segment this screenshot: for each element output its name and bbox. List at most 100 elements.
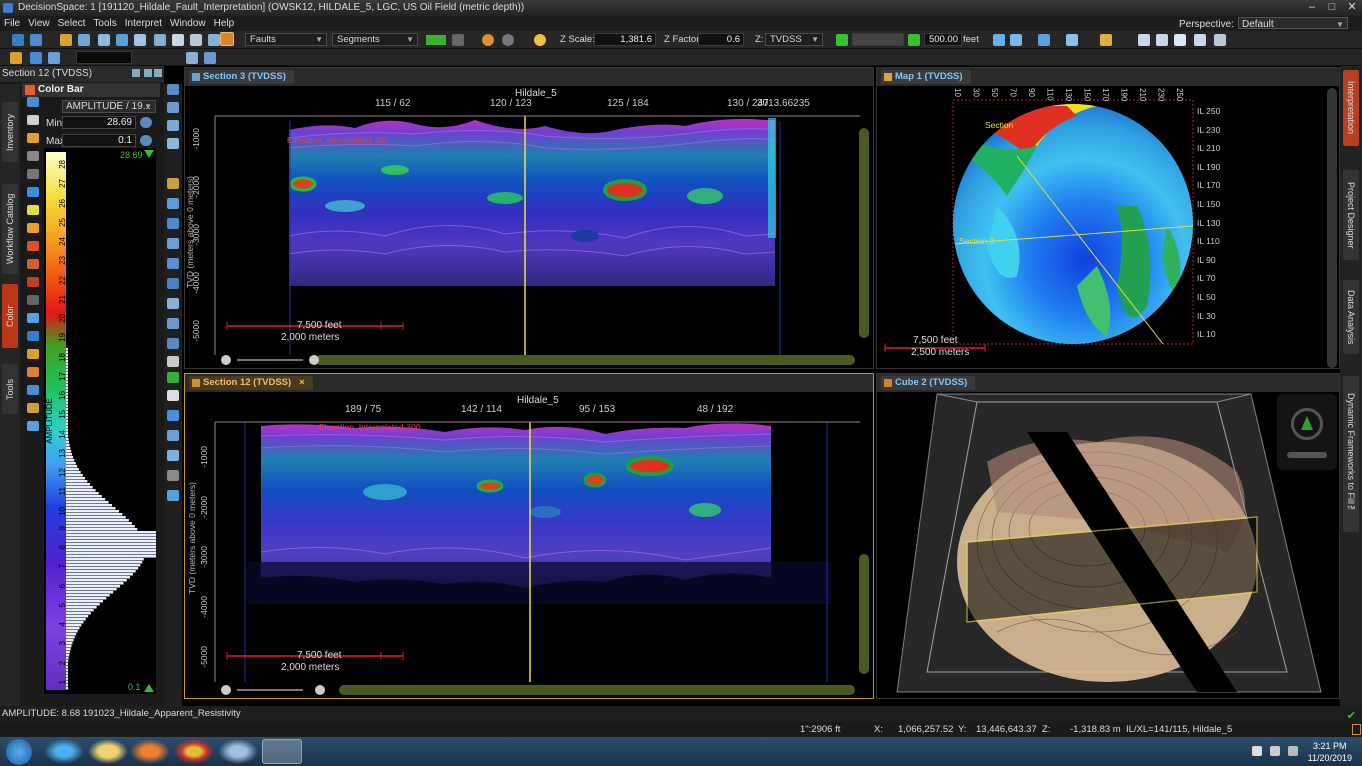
- swatch-menu-icon[interactable]: [452, 34, 464, 46]
- fit-view-icon[interactable]: [1010, 34, 1022, 46]
- float-icon[interactable]: [144, 69, 152, 77]
- range-icon[interactable]: [27, 313, 39, 323]
- pick-fault-icon[interactable]: [220, 32, 234, 46]
- minimize-panel-icon[interactable]: [154, 69, 162, 77]
- zfactor-input[interactable]: 0.6: [698, 33, 744, 46]
- minimize-button[interactable]: –: [1302, 0, 1322, 16]
- fit-tool-icon[interactable]: [167, 138, 179, 149]
- redo-icon[interactable]: [502, 34, 514, 46]
- close-button[interactable]: ✕: [1342, 0, 1362, 16]
- search-input[interactable]: [76, 51, 132, 64]
- palette-icon[interactable]: [27, 97, 39, 107]
- speaker-icon[interactable]: [1252, 746, 1262, 756]
- marker-icon[interactable]: [27, 259, 39, 269]
- list-icon[interactable]: [186, 52, 198, 64]
- tab-inventory[interactable]: Inventory: [2, 102, 18, 162]
- probe-tool-icon[interactable]: [167, 238, 179, 249]
- color-swatch[interactable]: [426, 35, 446, 45]
- copy-icon[interactable]: [78, 34, 90, 46]
- map-1-canvas[interactable]: [877, 86, 1339, 368]
- map-tool-icon[interactable]: [167, 178, 179, 189]
- maximize-button[interactable]: □: [1322, 0, 1342, 16]
- zoom-out-icon[interactable]: [221, 685, 231, 695]
- cube-2-view[interactable]: Cube 2 (TVDSS): [876, 373, 1340, 699]
- gradient-icon[interactable]: [27, 205, 39, 215]
- zscale-input[interactable]: 1,381.6: [594, 33, 656, 46]
- start-button-icon[interactable]: [6, 739, 32, 765]
- zoom-slider[interactable]: [237, 359, 303, 361]
- menu-interpret[interactable]: Interpret: [121, 16, 166, 31]
- flag-tray-icon[interactable]: [1288, 746, 1298, 756]
- tilt-slider[interactable]: [1287, 452, 1327, 458]
- pan-icon[interactable]: [134, 34, 146, 46]
- open-icon[interactable]: [30, 34, 42, 46]
- media-player-icon[interactable]: [130, 739, 170, 764]
- tab-project-designer[interactable]: Project Designer: [1343, 170, 1359, 260]
- close-tab-icon[interactable]: ×: [299, 377, 305, 388]
- camera-icon[interactable]: [190, 34, 202, 46]
- horizontal-scrollbar[interactable]: [339, 685, 855, 695]
- key-icon[interactable]: [1100, 34, 1112, 46]
- segments-dropdown[interactable]: Segments ▼: [332, 33, 418, 46]
- menu-file[interactable]: File: [0, 16, 24, 31]
- select-icon[interactable]: [98, 34, 110, 46]
- navigation-widget[interactable]: [1277, 394, 1337, 470]
- tab-section-12[interactable]: Section 12 (TVDSS) ×: [189, 376, 313, 390]
- home-view-icon[interactable]: [993, 34, 1005, 46]
- layout-4-icon[interactable]: [1194, 34, 1206, 46]
- max-input[interactable]: 0.1: [62, 134, 136, 147]
- play-icon[interactable]: [908, 34, 920, 46]
- layer-tool-icon[interactable]: [167, 298, 179, 309]
- ie-icon[interactable]: [44, 739, 84, 764]
- layout-1-icon[interactable]: [1138, 34, 1150, 46]
- zoom-out-icon[interactable]: [221, 355, 231, 365]
- bookmark-icon[interactable]: [1038, 34, 1050, 46]
- menu-help[interactable]: Help: [210, 16, 239, 31]
- horizontal-scrollbar[interactable]: [315, 355, 855, 365]
- doc-tool-icon[interactable]: [167, 390, 179, 401]
- snowflake-icon[interactable]: [27, 187, 39, 197]
- top-handle-icon[interactable]: [144, 150, 154, 158]
- section-tool-icon[interactable]: [167, 372, 179, 383]
- measure-tool-icon[interactable]: [167, 218, 179, 229]
- vertical-scrollbar[interactable]: [859, 554, 869, 674]
- measure-icon[interactable]: [116, 34, 128, 46]
- pointer-tool-icon[interactable]: [167, 258, 179, 269]
- link-tool-icon[interactable]: [167, 470, 179, 481]
- section-12-view[interactable]: Section 12 (TVDSS) × Hildale_5 189 / 75 …: [184, 373, 874, 699]
- hand-tool-icon[interactable]: [167, 356, 179, 367]
- section-3-canvas[interactable]: [185, 86, 873, 368]
- system-clock[interactable]: 3:21 PM 11/20/2019: [1308, 740, 1352, 764]
- save-icon[interactable]: [60, 34, 72, 46]
- picker-icon[interactable]: [27, 277, 39, 287]
- zoom-out-tool-icon[interactable]: [167, 120, 179, 131]
- well-icon[interactable]: [10, 52, 22, 64]
- undo-color-icon[interactable]: [27, 151, 39, 161]
- zoom-slider[interactable]: [237, 689, 303, 691]
- grid-tool-icon[interactable]: [167, 198, 179, 209]
- paint-icon[interactable]: [218, 739, 258, 764]
- grid-icon[interactable]: [204, 52, 216, 64]
- flag-icon[interactable]: [27, 223, 39, 233]
- reset-icon[interactable]: [27, 403, 39, 413]
- tab-section-3[interactable]: Section 3 (TVDSS): [189, 70, 294, 84]
- bottom-handle-icon[interactable]: [144, 684, 154, 692]
- zoom-in-icon[interactable]: [315, 685, 325, 695]
- search-tool-icon[interactable]: [167, 490, 179, 501]
- window-icon[interactable]: [208, 34, 220, 46]
- tab-data-analysis[interactable]: Data Analysis: [1343, 280, 1359, 354]
- cube-2-canvas[interactable]: [877, 392, 1339, 698]
- zoom-tool-icon[interactable]: [167, 102, 179, 113]
- layout-3-icon[interactable]: [1174, 34, 1186, 46]
- attribute-dropdown[interactable]: AMPLITUDE / 19... ▼: [62, 100, 156, 113]
- section-3-view[interactable]: Section 3 (TVDSS) Hildale_5 115 / 62 120…: [184, 67, 874, 369]
- scale-icon[interactable]: [27, 367, 39, 377]
- edit-icon[interactable]: [27, 133, 39, 143]
- min-input[interactable]: 28.69: [62, 116, 136, 129]
- stats-icon[interactable]: [30, 52, 42, 64]
- tab-cube-2[interactable]: Cube 2 (TVDSS): [881, 376, 976, 390]
- redo-color-icon[interactable]: [27, 169, 39, 179]
- new-session-icon[interactable]: [12, 34, 24, 46]
- invert-icon[interactable]: [27, 385, 39, 395]
- stack-tool-icon[interactable]: [167, 318, 179, 329]
